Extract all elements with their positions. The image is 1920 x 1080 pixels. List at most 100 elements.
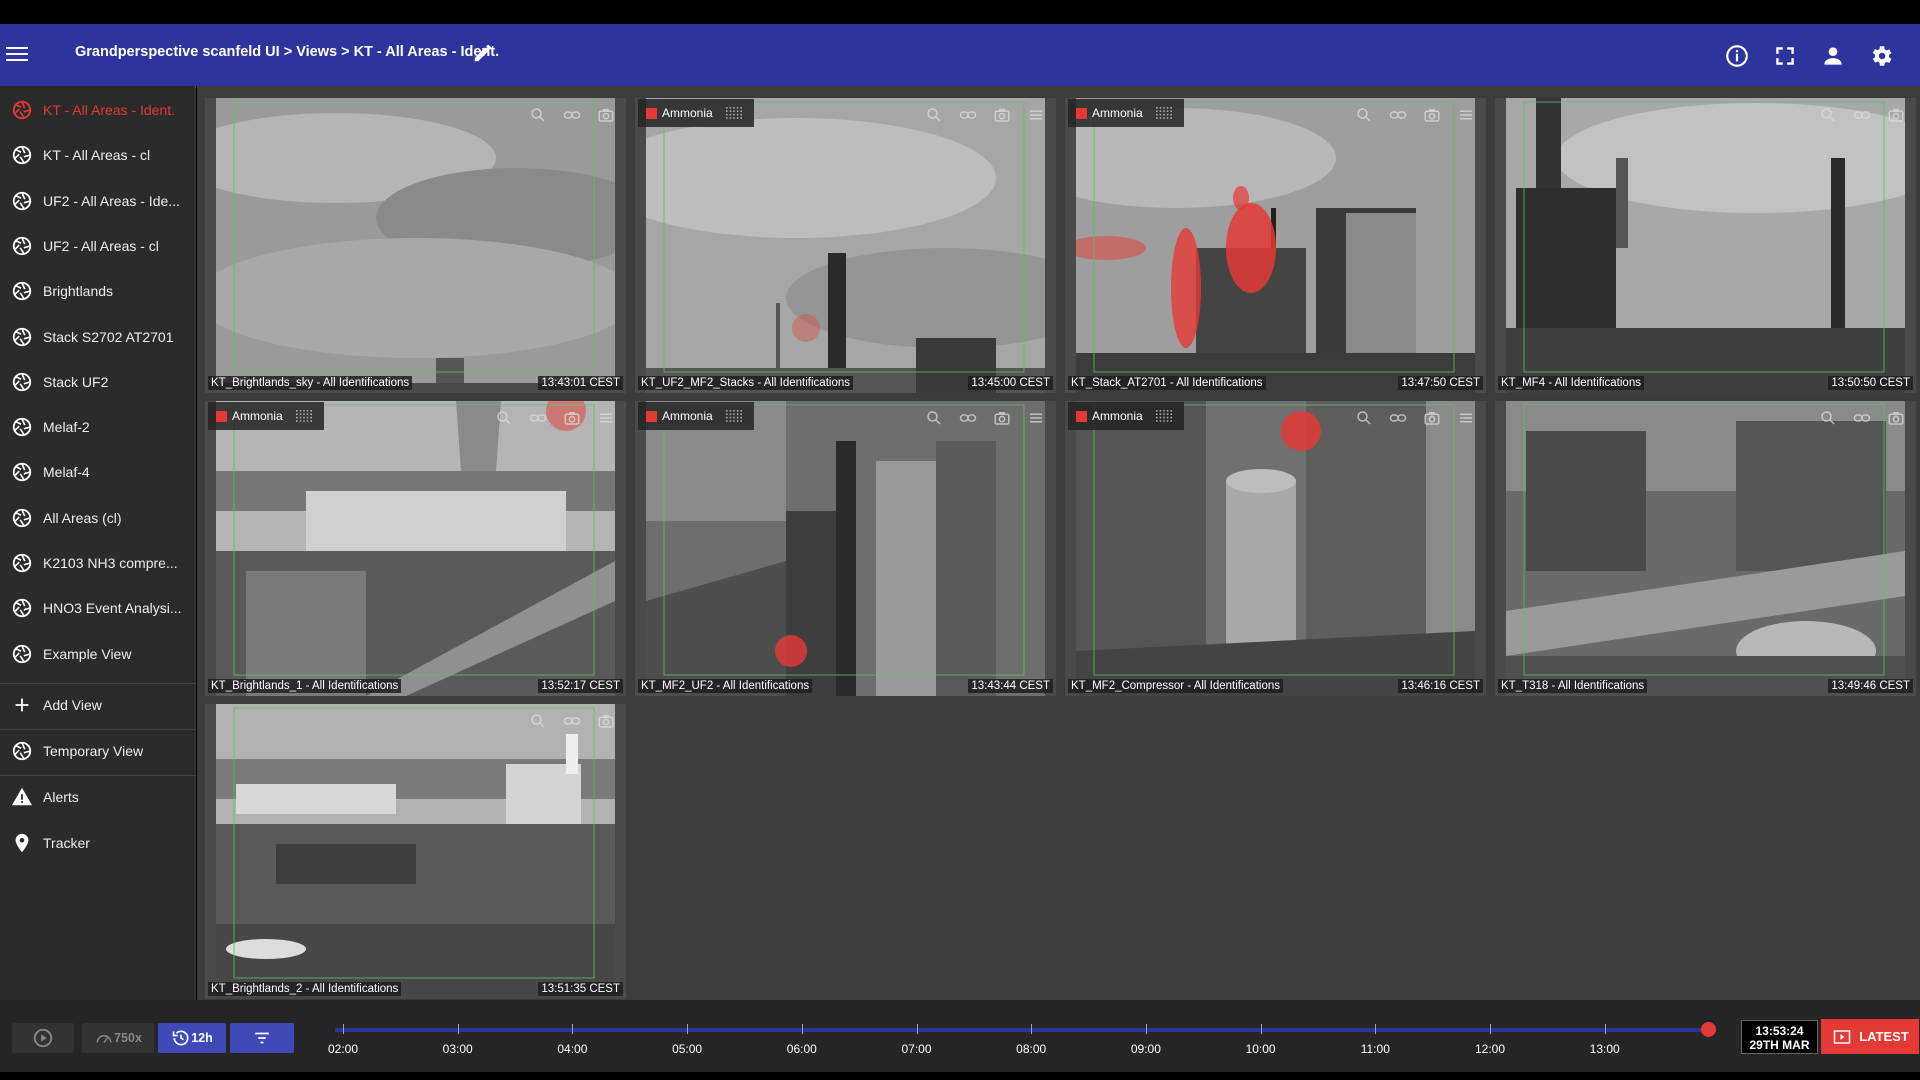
top-header: Grandperspective scanfeld UI > Views > K…: [0, 24, 1920, 86]
camera-footer: KT_MF2_UF2 - All Identifications 13:43:44…: [635, 676, 1056, 696]
sidebar-alerts[interactable]: Alerts: [0, 775, 196, 820]
list-button[interactable]: [1019, 407, 1053, 429]
sidebar-view-item[interactable]: Brightlands: [0, 269, 196, 314]
zoom-button[interactable]: [1347, 407, 1381, 429]
menu-icon[interactable]: [6, 43, 28, 67]
link-button[interactable]: [1381, 407, 1415, 429]
camera-feed[interactable]: [216, 401, 615, 696]
zoom-button[interactable]: [917, 407, 951, 429]
play-button[interactable]: [12, 1023, 74, 1053]
camera-tile[interactable]: Ammonia KT_Brightlands_1 - All Identifica…: [205, 401, 626, 696]
camera-tile[interactable]: Ammonia KT_UF2_MF2_Stacks - All Identific…: [635, 98, 1056, 393]
camera-feed[interactable]: [1076, 401, 1475, 696]
sidebar-view-item[interactable]: Melaf-2: [0, 405, 196, 450]
camera-feed[interactable]: [216, 704, 615, 999]
link-button[interactable]: [951, 407, 985, 429]
range-button[interactable]: 12h: [158, 1023, 226, 1053]
list-button[interactable]: [1449, 104, 1483, 126]
camera-tile[interactable]: Ammonia KT_MF2_UF2 - All Identifications 1…: [635, 401, 1056, 696]
link-icon: [1389, 414, 1407, 422]
sidebar-view-item[interactable]: KT - All Areas - cl: [0, 133, 196, 178]
camera-feed[interactable]: [646, 98, 1045, 393]
camera-feed[interactable]: [216, 98, 615, 393]
user-icon[interactable]: [1820, 43, 1846, 69]
zoom-button[interactable]: [1347, 104, 1381, 126]
list-button[interactable]: [589, 407, 623, 429]
zoom-button[interactable]: [521, 104, 555, 126]
camera-tile[interactable]: Ammonia KT_Stack_AT2701 - All Identificat…: [1065, 98, 1486, 393]
camera-tile[interactable]: KT_T318 - All Identifications 13:49:46 CE…: [1495, 401, 1916, 696]
zoom-button[interactable]: [917, 104, 951, 126]
timeline-tick: [916, 1024, 918, 1034]
sidebar-view-item[interactable]: Example View: [0, 632, 196, 677]
gas-alert-tag[interactable]: Ammonia: [638, 99, 754, 127]
sidebar-view-item[interactable]: Melaf-4: [0, 450, 196, 495]
camera-feed[interactable]: [1506, 401, 1905, 696]
sidebar-view-item[interactable]: Stack UF2: [0, 360, 196, 405]
camera-timestamp: 13:50:50 CEST: [1828, 376, 1913, 390]
latest-button[interactable]: LATEST: [1821, 1019, 1919, 1054]
sidebar-item-label: Add View: [43, 697, 102, 713]
camera-tile[interactable]: KT_MF4 - All Identifications 13:50:50 CES…: [1495, 98, 1916, 393]
zoom-button[interactable]: [1811, 104, 1845, 126]
list-button[interactable]: [1019, 104, 1053, 126]
link-button[interactable]: [1845, 104, 1879, 126]
zoom-button[interactable]: [521, 710, 555, 732]
camera-feed[interactable]: [1076, 98, 1475, 393]
sidebar-view-item[interactable]: HNO3 Event Analysi...: [0, 586, 196, 631]
fullscreen-icon[interactable]: [1772, 43, 1798, 69]
snapshot-button[interactable]: [1415, 104, 1449, 126]
info-icon[interactable]: [1724, 43, 1750, 69]
sidebar-view-item[interactable]: UF2 - All Areas - Ide...: [0, 179, 196, 224]
sidebar-view-item[interactable]: All Areas (cl): [0, 496, 196, 541]
link-button[interactable]: [555, 710, 589, 732]
link-icon: [1853, 111, 1871, 119]
app-root: Grandperspective scanfeld UI > Views > K…: [0, 0, 1920, 1080]
sidebar-view-item[interactable]: KT - All Areas - Ident.: [0, 88, 196, 133]
camera-timestamp: 13:49:46 CEST: [1828, 679, 1913, 693]
snapshot-button[interactable]: [985, 407, 1019, 429]
speed-button[interactable]: 750x: [82, 1023, 154, 1053]
gas-alert-tag[interactable]: Ammonia: [1068, 402, 1184, 430]
link-button[interactable]: [555, 104, 589, 126]
snapshot-button[interactable]: [1879, 104, 1913, 126]
link-button[interactable]: [521, 407, 555, 429]
timeline-track[interactable]: [335, 1028, 1707, 1032]
snapshot-button[interactable]: [589, 710, 623, 732]
zoom-button[interactable]: [1811, 407, 1845, 429]
camera-tile[interactable]: KT_Brightlands_2 - All Identifications 13…: [205, 704, 626, 999]
snapshot-button[interactable]: [985, 104, 1019, 126]
sidebar-temporary-view[interactable]: Temporary View: [0, 729, 196, 774]
snapshot-button[interactable]: [555, 407, 589, 429]
gas-alert-tag[interactable]: Ammonia: [208, 402, 324, 430]
camera-feed[interactable]: [646, 401, 1045, 696]
camera-image: [646, 98, 1045, 393]
sidebar-add-view[interactable]: Add View: [0, 683, 196, 728]
snapshot-icon: [994, 412, 1010, 425]
edit-icon[interactable]: [472, 42, 494, 64]
zoom-button[interactable]: [487, 407, 521, 429]
snapshot-button[interactable]: [1879, 407, 1913, 429]
aperture-icon: [12, 236, 32, 256]
filter-button[interactable]: [230, 1023, 294, 1053]
link-button[interactable]: [951, 104, 985, 126]
gas-alert-tag[interactable]: Ammonia: [638, 402, 754, 430]
link-button[interactable]: [1845, 407, 1879, 429]
list-button[interactable]: [1449, 407, 1483, 429]
snapshot-button[interactable]: [1415, 407, 1449, 429]
sidebar-view-item[interactable]: K2103 NH3 compre...: [0, 541, 196, 586]
sidebar-tracker[interactable]: Tracker: [0, 821, 196, 866]
camera-tile[interactable]: Ammonia KT_MF2_Compressor - All Identific…: [1065, 401, 1486, 696]
camera-toolbar: [1347, 407, 1483, 429]
sidebar-view-item[interactable]: Stack S2702 AT2701: [0, 315, 196, 360]
clock-date: 29TH MAR: [1749, 1038, 1810, 1052]
timeline-playhead[interactable]: [1701, 1022, 1716, 1037]
settings-icon[interactable]: [1868, 43, 1894, 69]
sidebar-view-item[interactable]: UF2 - All Areas - cl: [0, 224, 196, 269]
camera-feed[interactable]: [1506, 98, 1905, 393]
camera-image: [1076, 401, 1475, 696]
gas-alert-tag[interactable]: Ammonia: [1068, 99, 1184, 127]
camera-tile[interactable]: KT_Brightlands_sky - All Identifications…: [205, 98, 626, 393]
snapshot-button[interactable]: [589, 104, 623, 126]
link-button[interactable]: [1381, 104, 1415, 126]
